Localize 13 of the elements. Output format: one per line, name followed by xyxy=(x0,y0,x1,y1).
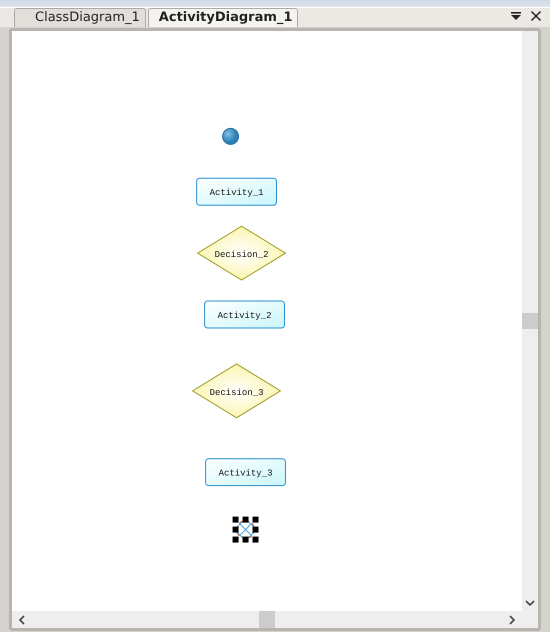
activity-node: Activity_2 xyxy=(204,300,285,328)
scrollbar-thumb[interactable] xyxy=(259,611,275,628)
dropdown-icon[interactable] xyxy=(510,10,522,22)
horizontal-scrollbar[interactable] xyxy=(12,611,538,628)
decision-node: Decision_2 xyxy=(196,226,286,281)
vertical-scrollbar[interactable] xyxy=(522,31,538,611)
activity-node: Activity_3 xyxy=(205,458,286,486)
close-icon[interactable] xyxy=(530,10,542,22)
tab[interactable]: ClassDiagram_1 xyxy=(14,8,146,27)
activity-node: Activity_1 xyxy=(196,178,277,206)
tab[interactable]: ActivityDiagram_1 xyxy=(148,8,298,27)
scrollbar-thumb[interactable] xyxy=(522,313,538,329)
decision-node: Decision_3 xyxy=(192,363,282,418)
